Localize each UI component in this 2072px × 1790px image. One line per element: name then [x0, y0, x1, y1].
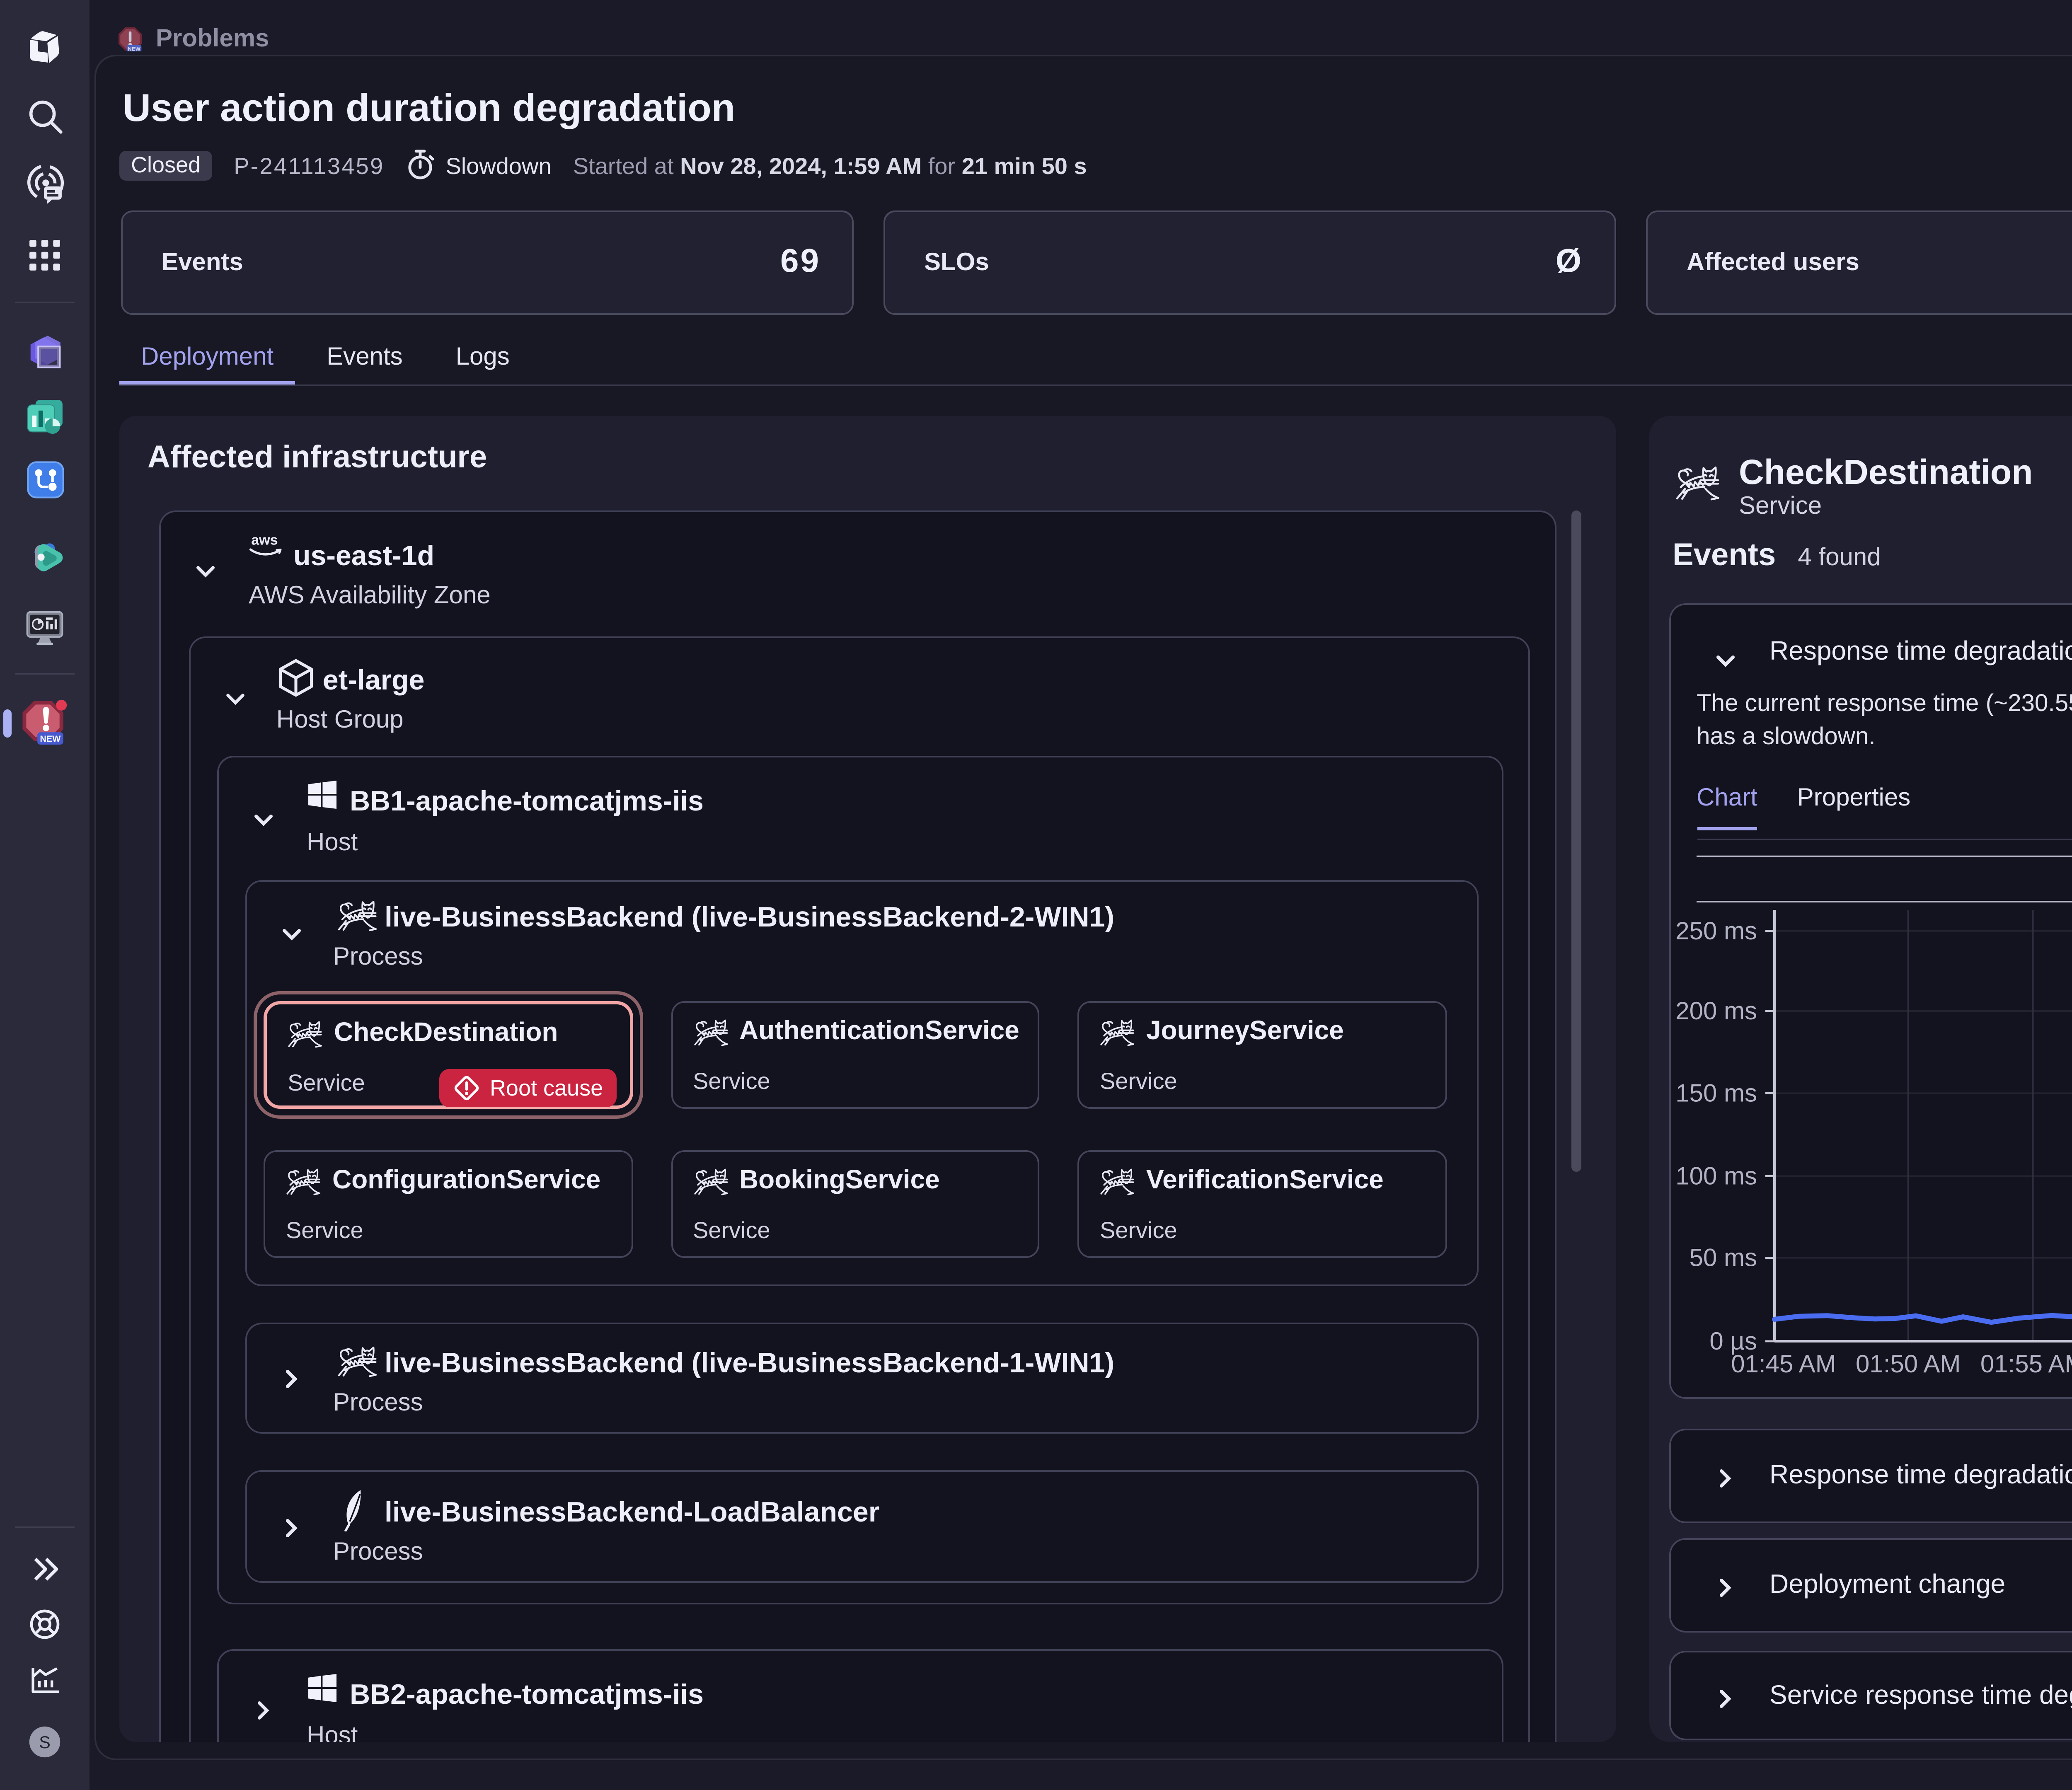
svg-text:aws: aws	[250, 532, 277, 548]
svg-text:50 ms: 50 ms	[1689, 1243, 1756, 1271]
svg-text:100 ms: 100 ms	[1675, 1161, 1756, 1189]
svg-text:150 ms: 150 ms	[1675, 1078, 1756, 1106]
svg-text:200 ms: 200 ms	[1675, 996, 1756, 1024]
svg-text:NEW: NEW	[40, 734, 61, 744]
svg-text:S: S	[39, 1733, 51, 1752]
svg-text:01:50 AM: 01:50 AM	[1855, 1349, 1960, 1377]
svg-text:NEW: NEW	[128, 46, 140, 51]
svg-text:01:45 AM: 01:45 AM	[1730, 1349, 1835, 1377]
svg-text:01:55 AM: 01:55 AM	[1980, 1349, 2072, 1377]
svg-text:250 ms: 250 ms	[1675, 916, 1756, 944]
